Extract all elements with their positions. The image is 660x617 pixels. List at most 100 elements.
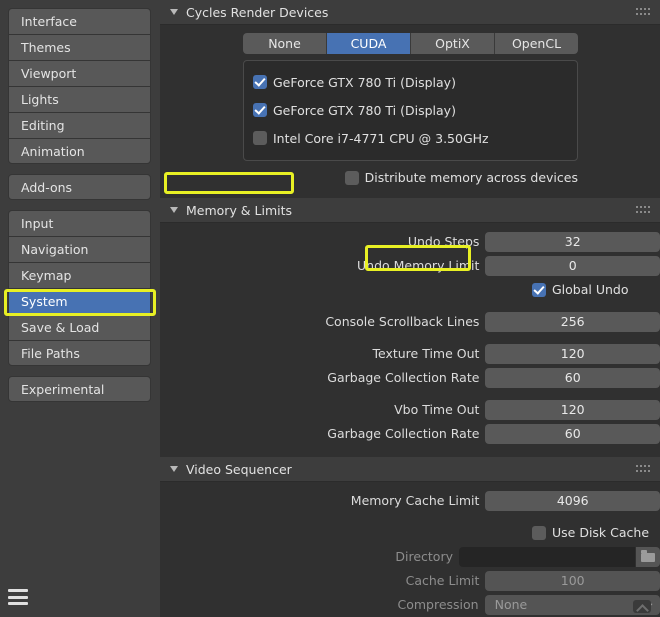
chevron-down-icon bbox=[170, 207, 178, 213]
row-directory: Directory bbox=[160, 546, 660, 567]
checkbox-device-2[interactable] bbox=[253, 131, 267, 145]
row-global-undo: Global Undo bbox=[160, 279, 660, 300]
folder-icon[interactable] bbox=[636, 546, 660, 567]
field-vbo-garbage-collection-rate[interactable]: 60 bbox=[485, 423, 660, 444]
tab-none[interactable]: None bbox=[243, 33, 327, 54]
tab-optix[interactable]: OptiX bbox=[411, 33, 495, 54]
device-list-item[interactable]: GeForce GTX 780 Ti (Display) bbox=[253, 68, 568, 96]
panel-header-cycles-render-devices[interactable]: Cycles Render Devices bbox=[160, 0, 660, 25]
chevron-down-icon bbox=[170, 466, 178, 472]
label-undo-memory-limit: Undo Memory Limit bbox=[357, 258, 480, 273]
checkbox-distribute-memory[interactable] bbox=[344, 170, 359, 185]
sidebar-item-input[interactable]: Input bbox=[8, 210, 151, 236]
sidebar-item-save-and-load[interactable]: Save & Load bbox=[8, 314, 151, 340]
panel-title-video-sequencer: Video Sequencer bbox=[186, 461, 292, 477]
distribute-memory-label: Distribute memory across devices bbox=[364, 170, 578, 185]
sidebar-item-themes[interactable]: Themes bbox=[8, 34, 151, 60]
device-list-item[interactable]: Intel Core i7-4771 CPU @ 3.50GHz bbox=[253, 124, 568, 152]
sidebar-item-navigation[interactable]: Navigation bbox=[8, 236, 151, 262]
field-memory-cache-limit[interactable]: 4096 bbox=[485, 490, 660, 511]
scroll-up-chevron-icon[interactable] bbox=[633, 600, 651, 613]
panel-header-memory-and-limits[interactable]: Memory & Limits bbox=[160, 198, 660, 223]
label-memory-cache-limit: Memory Cache Limit bbox=[350, 493, 480, 508]
dropdown-compression-value: None bbox=[494, 596, 528, 612]
device-list-item[interactable]: GeForce GTX 780 Ti (Display) bbox=[253, 96, 568, 124]
label-vbo-time-out: Vbo Time Out bbox=[394, 402, 480, 417]
compute-device-tabs: None CUDA OptiX OpenCL bbox=[243, 33, 578, 54]
preferences-main-panel: Cycles Render Devices None CUDA OptiX Op… bbox=[160, 0, 660, 617]
sidebar-item-experimental[interactable]: Experimental bbox=[8, 376, 151, 402]
label-undo-steps: Undo Steps bbox=[407, 234, 480, 249]
sidebar-item-system[interactable]: System bbox=[8, 288, 151, 314]
field-texture-time-out[interactable]: 120 bbox=[485, 343, 660, 364]
panel-title-memory: Memory & Limits bbox=[186, 202, 293, 218]
device-label-2: Intel Core i7-4771 CPU @ 3.50GHz bbox=[273, 130, 489, 146]
row-console-scrollback-lines: Console Scrollback Lines 256 bbox=[160, 311, 660, 332]
nav-group-addons: Add-ons bbox=[0, 174, 160, 200]
nav-group-experimental: Experimental bbox=[0, 376, 160, 402]
hamburger-menu-icon[interactable] bbox=[8, 588, 28, 606]
label-directory: Directory bbox=[395, 549, 453, 564]
panel-header-video-sequencer[interactable]: Video Sequencer bbox=[160, 457, 660, 482]
sidebar-item-animation[interactable]: Animation bbox=[8, 138, 151, 164]
row-use-disk-cache: Use Disk Cache bbox=[160, 522, 660, 543]
distribute-memory-toggle[interactable]: Distribute memory across devices bbox=[344, 167, 578, 188]
sidebar-item-lights[interactable]: Lights bbox=[8, 86, 151, 112]
use-disk-cache-toggle[interactable]: Use Disk Cache bbox=[532, 522, 649, 543]
sidebar-item-add-ons[interactable]: Add-ons bbox=[8, 174, 151, 200]
row-vbo-garbage-collection-rate: Garbage Collection Rate 60 bbox=[160, 423, 660, 444]
label-cache-limit: Cache Limit bbox=[405, 573, 480, 588]
sidebar-item-keymap[interactable]: Keymap bbox=[8, 262, 151, 288]
row-vbo-time-out: Vbo Time Out 120 bbox=[160, 399, 660, 420]
label-compression: Compression bbox=[397, 597, 479, 612]
field-console-scrollback-lines[interactable]: 256 bbox=[485, 311, 660, 332]
grip-dots-icon[interactable] bbox=[636, 465, 651, 474]
field-undo-memory-limit[interactable]: 0 bbox=[485, 255, 660, 276]
tab-opencl[interactable]: OpenCL bbox=[495, 33, 578, 54]
sidebar-item-editing[interactable]: Editing bbox=[8, 112, 151, 138]
hamburger-bar bbox=[8, 602, 28, 605]
global-undo-label: Global Undo bbox=[552, 282, 629, 297]
hamburger-bar bbox=[8, 595, 28, 599]
field-vbo-time-out[interactable]: 120 bbox=[485, 399, 660, 420]
preferences-sidebar: Interface Themes Viewport Lights Editing… bbox=[0, 0, 160, 617]
preferences-window: Interface Themes Viewport Lights Editing… bbox=[0, 0, 660, 617]
field-undo-steps[interactable]: 32 bbox=[485, 231, 660, 252]
label-vbo-garbage-collection-rate: Garbage Collection Rate bbox=[327, 426, 480, 441]
checkbox-global-undo[interactable] bbox=[532, 282, 546, 297]
device-list: GeForce GTX 780 Ti (Display) GeForce GTX… bbox=[243, 60, 578, 161]
sidebar-item-file-paths[interactable]: File Paths bbox=[8, 340, 151, 366]
distribute-memory-row: Distribute memory across devices bbox=[243, 167, 578, 188]
sidebar-item-interface[interactable]: Interface bbox=[8, 8, 151, 34]
row-memory-cache-limit: Memory Cache Limit 4096 bbox=[160, 490, 660, 511]
global-undo-toggle[interactable]: Global Undo bbox=[532, 279, 629, 300]
panel-body-cycles: None CUDA OptiX OpenCL GeForce GTX 780 T… bbox=[160, 25, 660, 198]
grip-dots-icon[interactable] bbox=[636, 8, 651, 17]
sidebar-item-viewport[interactable]: Viewport bbox=[8, 60, 151, 86]
checkbox-device-0[interactable] bbox=[253, 75, 267, 89]
nav-group-system: Input Navigation Keymap System Save & Lo… bbox=[0, 210, 160, 366]
field-directory[interactable] bbox=[459, 546, 635, 567]
checkbox-use-disk-cache[interactable] bbox=[532, 525, 546, 540]
field-cache-limit[interactable]: 100 bbox=[485, 570, 660, 591]
tab-cuda[interactable]: CUDA bbox=[327, 33, 411, 54]
checkbox-device-1[interactable] bbox=[253, 103, 267, 117]
grip-dots-icon[interactable] bbox=[636, 206, 651, 215]
label-texture-garbage-collection-rate: Garbage Collection Rate bbox=[327, 370, 480, 385]
label-console-scrollback-lines: Console Scrollback Lines bbox=[325, 314, 480, 329]
hamburger-bar bbox=[8, 589, 28, 592]
directory-field-wrap bbox=[459, 546, 660, 567]
use-disk-cache-label: Use Disk Cache bbox=[552, 525, 650, 540]
nav-group-general: Interface Themes Viewport Lights Editing… bbox=[0, 8, 160, 164]
row-compression: Compression None bbox=[160, 594, 660, 615]
row-undo-steps: Undo Steps 32 bbox=[160, 231, 660, 252]
row-texture-time-out: Texture Time Out 120 bbox=[160, 343, 660, 364]
device-label-0: GeForce GTX 780 Ti (Display) bbox=[273, 74, 456, 90]
row-texture-garbage-collection-rate: Garbage Collection Rate 60 bbox=[160, 367, 660, 388]
device-label-1: GeForce GTX 780 Ti (Display) bbox=[273, 102, 456, 118]
row-undo-memory-limit: Undo Memory Limit 0 bbox=[160, 255, 660, 276]
field-texture-garbage-collection-rate[interactable]: 60 bbox=[485, 367, 660, 388]
row-cache-limit: Cache Limit 100 bbox=[160, 570, 660, 591]
panel-title-cycles: Cycles Render Devices bbox=[186, 4, 329, 20]
panel-body-memory: Undo Steps 32 Undo Memory Limit 0 Global… bbox=[160, 223, 660, 457]
